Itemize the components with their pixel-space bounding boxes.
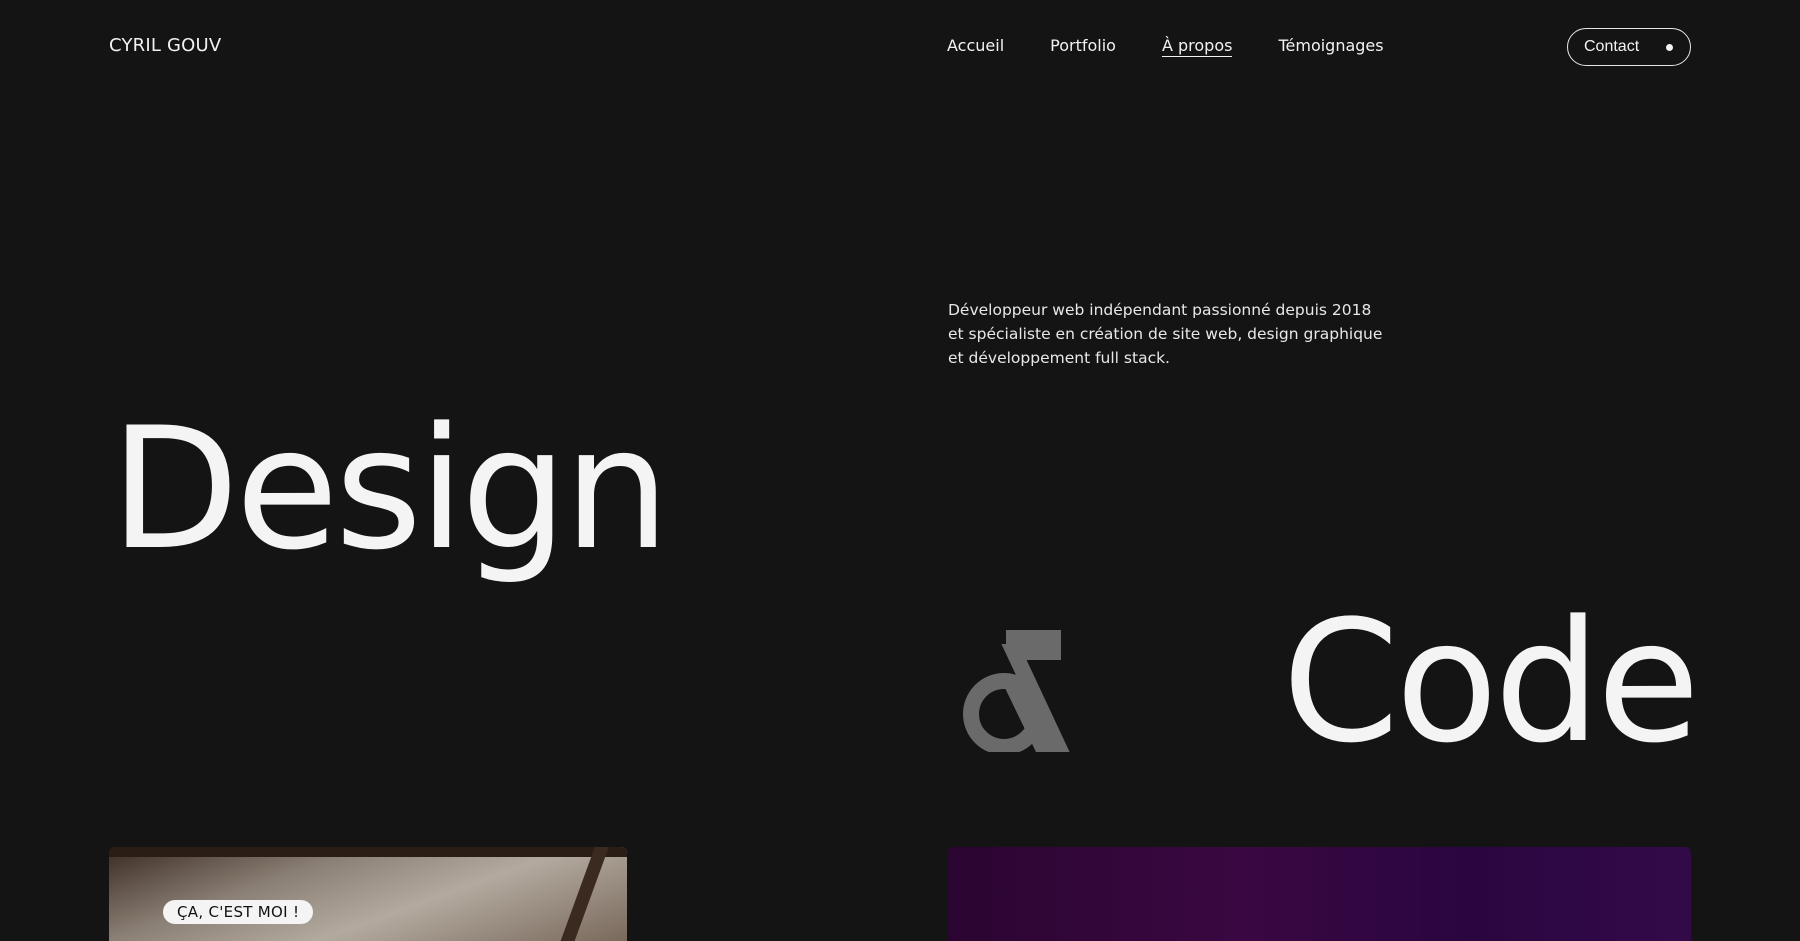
dot-icon (1666, 44, 1673, 51)
contact-button-label: Contact (1584, 38, 1640, 55)
intro-text: Développeur web indépendant passionné de… (948, 301, 1383, 367)
portrait-photo: ÇA, C'EST MOI ! (109, 847, 627, 941)
page: CYRIL GOUV Accueil Portfolio À propos Té… (0, 0, 1800, 941)
hero-word-design: Design (110, 391, 670, 587)
photo-badge: ÇA, C'EST MOI ! (163, 900, 314, 924)
photo-beam (109, 847, 627, 857)
nav-item-a-propos[interactable]: À propos (1161, 36, 1233, 57)
nav-item-accueil[interactable]: Accueil (947, 36, 1004, 57)
site-logo[interactable]: CYRIL GOUV (109, 35, 221, 56)
code-visual-card (947, 847, 1691, 941)
hero-word-code: Code (1282, 584, 1700, 780)
nav-item-portfolio[interactable]: Portfolio (1050, 36, 1116, 57)
main-nav: Accueil Portfolio À propos Témoignages (947, 36, 1430, 57)
ampersand-icon (963, 630, 1070, 752)
nav-item-temoignages[interactable]: Témoignages (1278, 36, 1383, 57)
contact-button[interactable]: Contact (1567, 28, 1691, 66)
photo-beam-diagonal (551, 847, 609, 941)
